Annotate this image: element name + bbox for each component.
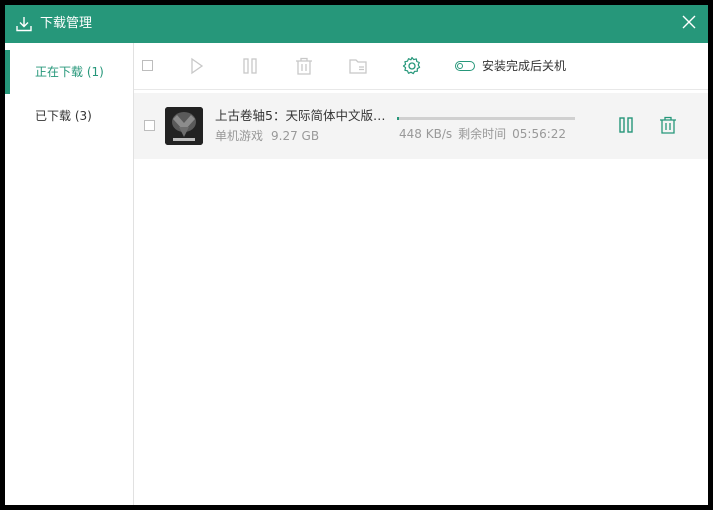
trash-icon[interactable] — [294, 56, 314, 76]
download-speed: 448 KB/s — [399, 127, 453, 141]
remaining-label: 剩余时间 — [458, 127, 507, 141]
sidebar-item-downloaded[interactable]: 已下载 (3) — [5, 94, 133, 138]
download-status: 448 KB/s 剩余时间 05:56:22 — [399, 126, 572, 142]
play-icon[interactable] — [186, 56, 206, 76]
download-category: 单机游戏 — [215, 129, 264, 143]
download-row[interactable]: 上古卷轴5：天际简体中文版(… 单机游戏 9.27 GB 448 KB/s 剩余时间… — [134, 93, 708, 159]
sidebar: 正在下载 (1) 已下载 (3) — [5, 43, 134, 505]
remaining-time: 05:56:22 — [512, 127, 567, 141]
active-indicator — [5, 50, 10, 94]
download-name: 上古卷轴5：天际简体中文版(… — [215, 108, 390, 123]
download-manager-window: 下载管理 正在下载 (1) 已下载 (3) 安装完成后关机 上古卷轴5：天际简体… — [5, 5, 708, 505]
download-size: 9.27 GB — [271, 129, 320, 143]
sidebar-item-label: 正在下载 (1) — [35, 65, 104, 79]
window-title: 下载管理 — [40, 16, 93, 31]
auto-shutdown-toggle[interactable] — [455, 61, 475, 71]
row-pause-icon[interactable] — [616, 115, 636, 135]
sidebar-item-label: 已下载 (3) — [35, 109, 92, 123]
auto-shutdown-label: 安装完成后关机 — [482, 59, 567, 73]
main-panel: 安装完成后关机 上古卷轴5：天际简体中文版(… 单机游戏 9.27 GB 448 … — [134, 43, 708, 505]
row-checkbox[interactable] — [144, 120, 155, 131]
gear-icon[interactable] — [402, 56, 422, 76]
row-trash-icon[interactable] — [658, 115, 678, 135]
progress-fill — [397, 117, 399, 120]
toggle-knob — [457, 63, 463, 69]
sidebar-item-downloading[interactable]: 正在下载 (1) — [5, 50, 133, 94]
toolbar: 安装完成后关机 — [134, 43, 708, 90]
select-all-checkbox[interactable] — [142, 60, 153, 71]
game-thumbnail-icon — [165, 107, 203, 145]
download-icon — [16, 17, 32, 32]
title-bar: 下载管理 — [5, 5, 708, 43]
progress-bar — [397, 117, 575, 120]
download-meta: 单机游戏 9.27 GB — [215, 128, 327, 144]
folder-icon[interactable] — [348, 56, 368, 76]
pause-icon[interactable] — [240, 56, 260, 76]
close-icon[interactable] — [680, 13, 698, 31]
